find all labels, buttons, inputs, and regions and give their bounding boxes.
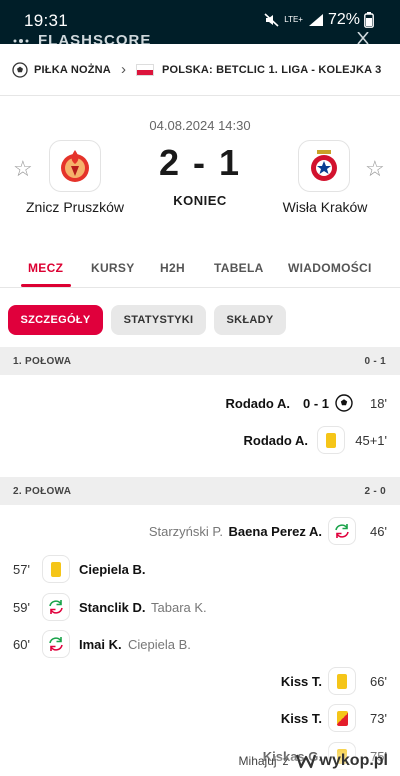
incident-minute: 66' [370, 673, 387, 689]
goal-ball-icon [335, 386, 353, 420]
incident-player[interactable]: Stanclik D. [79, 590, 145, 624]
watermark-user: Mihajuj [238, 754, 277, 768]
incident-minute: 46' [370, 523, 387, 539]
incident-row[interactable]: Kiss T. 73' [0, 701, 400, 735]
section-score: 0 - 1 [364, 355, 386, 367]
match-tabs: MECZ KURSY H2H TABELA WIADOMOŚCI [0, 248, 400, 288]
incident-player-off[interactable]: Starzyński P. [149, 514, 223, 548]
breadcrumb[interactable]: PIŁKA NOŻNA › POLSKA: BETCLIC 1. LIGA - … [0, 44, 400, 96]
incident-minute: 18' [370, 395, 387, 411]
incident-player[interactable]: Rodado A. [225, 386, 290, 420]
tab-h2h[interactable]: H2H [160, 261, 185, 275]
signal-icon [308, 14, 323, 26]
subtab-statystyki[interactable]: STATYSTYKI [111, 305, 206, 335]
incident-row[interactable]: 59' Stanclik D. Tabara K. [0, 590, 400, 624]
wykop-logo-icon [295, 754, 316, 769]
section-title: 2. POŁOWA [13, 485, 72, 497]
incident-row[interactable]: Rodado A. 45+1' [0, 423, 400, 457]
incident-row[interactable]: 57' Ciepiela B. [0, 552, 400, 586]
incident-player[interactable]: Imai K. [79, 627, 122, 661]
battery-icon [364, 12, 374, 28]
tab-tabela[interactable]: TABELA [214, 261, 264, 275]
incident-score: 0 - 1 [302, 395, 329, 411]
yellow-red-card-icon [328, 704, 356, 732]
active-tab-indicator [21, 284, 71, 287]
status-time: 19:31 [24, 11, 69, 30]
incident-player[interactable]: Rodado A. [243, 423, 308, 457]
tab-mecz[interactable]: MECZ [28, 261, 63, 275]
close-icon[interactable] [356, 32, 370, 44]
incident-minute: 60' [13, 636, 30, 652]
battery-percent: 72% [327, 11, 360, 28]
status-icons: LTE+ 72% [264, 11, 374, 29]
incident-player[interactable]: Kiss T. [281, 664, 322, 698]
substitution-icon [42, 630, 70, 658]
section-header-first-half: 1. POŁOWA 0 - 1 [0, 347, 400, 375]
incident-player[interactable]: Ciepiela B. [79, 552, 145, 586]
app-screen: 19:31 LTE+ 72% FLASHSCORE PIŁKA NOŻNA › … [0, 0, 400, 776]
incident-player[interactable]: Baena Perez A. [229, 514, 322, 548]
app-logo-text: FLASHSCORE [38, 32, 152, 44]
tab-wiadomosci[interactable]: WIADOMOŚCI [288, 261, 372, 275]
substitution-icon [328, 517, 356, 545]
incident-row[interactable]: Rodado A. 0 - 1 18' [0, 386, 400, 420]
incident-minute: 59' [13, 599, 30, 615]
watermark-site: wykop.pl [319, 752, 388, 769]
status-bar: 19:31 LTE+ 72% FLASHSCORE [0, 0, 400, 44]
wisla-crest-icon [311, 150, 337, 181]
subtab-szczegoly[interactable]: SZCZEGÓŁY [8, 305, 103, 335]
incident-minute: 73' [370, 710, 387, 726]
incident-row[interactable]: 60' Imai K. Ciepiela B. [0, 627, 400, 661]
mute-icon [264, 13, 279, 27]
substitution-icon [42, 593, 70, 621]
network-type: LTE+ [284, 15, 303, 24]
away-team-name[interactable]: Wisła Kraków [260, 199, 390, 215]
flashscore-logo-icon [13, 39, 29, 43]
section-score: 2 - 0 [364, 485, 386, 497]
chevron-right-icon: › [120, 61, 126, 78]
subtab-sklady[interactable]: SKŁADY [214, 305, 286, 335]
incident-player-off[interactable]: Ciepiela B. [128, 627, 191, 661]
match-datetime: 04.08.2024 14:30 [149, 118, 251, 133]
section-title: 1. POŁOWA [13, 355, 72, 367]
incident-minute: 57' [13, 561, 30, 577]
poland-flag-icon [135, 63, 154, 76]
section-header-second-half: 2. POŁOWA 2 - 0 [0, 477, 400, 505]
watermark-suffix: z [282, 754, 289, 768]
football-icon [12, 61, 28, 78]
incident-minute: 45+1' [355, 432, 387, 448]
tab-kursy[interactable]: KURSY [91, 261, 135, 275]
yellow-card-icon [317, 426, 345, 454]
app-header-partial: FLASHSCORE [0, 32, 400, 44]
breadcrumb-sport[interactable]: PIŁKA NOŻNA [34, 64, 111, 76]
incident-row[interactable]: Kiss T. 66' [0, 664, 400, 698]
yellow-card-icon [42, 555, 70, 583]
incident-player-off[interactable]: Tabara K. [151, 590, 207, 624]
watermark: Mihajuj z wykop.pl [239, 752, 388, 770]
incident-row[interactable]: Starzyński P. Baena Perez A. 46' [0, 514, 400, 548]
incident-player[interactable]: Kiss T. [281, 701, 322, 735]
wykop-logo: wykop.pl [295, 752, 388, 770]
yellow-card-icon [328, 667, 356, 695]
favorite-away-star-icon[interactable]: ☆ [365, 156, 385, 182]
away-team-crest[interactable] [298, 140, 350, 192]
breadcrumb-competition[interactable]: POLSKA: BETCLIC 1. LIGA - KOLEJKA 3 [162, 64, 381, 76]
